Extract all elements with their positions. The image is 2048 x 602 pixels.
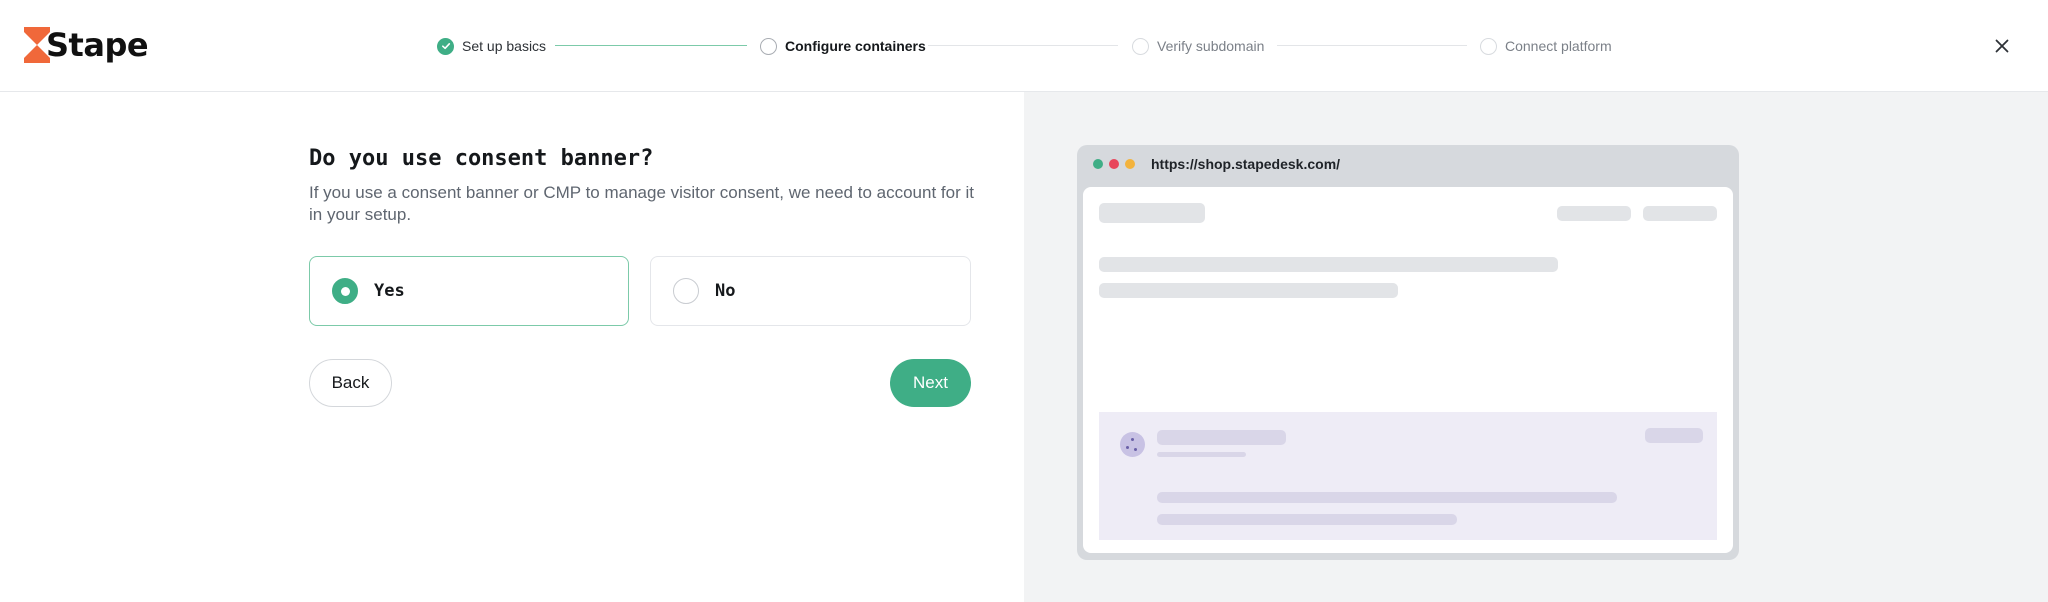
page-preview xyxy=(1083,187,1733,553)
step-set-up-basics[interactable]: Set up basics xyxy=(437,36,546,56)
placeholder-nav xyxy=(1557,206,1631,221)
cookie-icon xyxy=(1120,432,1145,457)
browser-address-bar: https://shop.stapedesk.com/ xyxy=(1077,145,1739,183)
placeholder-button xyxy=(1645,428,1703,443)
back-button[interactable]: Back xyxy=(309,359,392,407)
step-connector xyxy=(1277,45,1467,46)
placeholder-text xyxy=(1099,283,1398,298)
option-label: No xyxy=(715,281,736,301)
option-yes[interactable]: Yes xyxy=(309,256,629,326)
close-button[interactable] xyxy=(1990,34,2014,58)
placeholder-text xyxy=(1157,452,1246,457)
window-dot-icon xyxy=(1109,159,1119,169)
preview-url: https://shop.stapedesk.com/ xyxy=(1151,156,1341,172)
step-label: Verify subdomain xyxy=(1157,38,1265,54)
close-icon xyxy=(1995,39,2009,53)
question-title: Do you use consent banner? xyxy=(309,146,654,171)
step-label: Set up basics xyxy=(462,38,547,54)
step-verify-subdomain[interactable]: Verify subdomain xyxy=(1132,36,1264,56)
question-description: If you use a consent banner or CMP to ma… xyxy=(309,183,974,224)
window-dot-icon xyxy=(1093,159,1103,169)
question-pane: Do you use consent banner? If you use a … xyxy=(0,92,1024,602)
check-icon xyxy=(437,37,454,55)
top-bar: Stape Set up basics Configure containers… xyxy=(0,0,2048,92)
placeholder-logo xyxy=(1099,203,1205,223)
next-button[interactable]: Next xyxy=(890,359,971,407)
progress-stepper: Set up basics Configure containers Verif… xyxy=(0,36,2048,56)
placeholder-text xyxy=(1157,430,1286,445)
step-circle-icon xyxy=(1132,37,1149,55)
step-circle-icon xyxy=(1480,37,1497,55)
step-label: Configure containers xyxy=(785,38,926,54)
step-circle-icon xyxy=(760,37,777,55)
step-connector xyxy=(555,45,747,46)
step-configure-containers[interactable]: Configure containers xyxy=(760,36,926,56)
placeholder-text xyxy=(1099,257,1558,272)
placeholder-text xyxy=(1157,514,1457,525)
step-connect-platform[interactable]: Connect platform xyxy=(1480,36,1612,56)
preview-pane: https://shop.stapedesk.com/ xyxy=(1024,92,2048,602)
step-label: Connect platform xyxy=(1505,38,1612,54)
radio-checked-icon[interactable] xyxy=(332,278,358,304)
placeholder-nav xyxy=(1643,206,1717,221)
option-label: Yes xyxy=(374,281,405,301)
consent-banner-preview xyxy=(1099,412,1717,540)
option-no[interactable]: No xyxy=(650,256,971,326)
placeholder-text xyxy=(1157,492,1617,503)
browser-mockup: https://shop.stapedesk.com/ xyxy=(1077,145,1739,560)
window-dot-icon xyxy=(1125,159,1135,169)
radio-unchecked-icon[interactable] xyxy=(673,278,699,304)
step-connector xyxy=(928,45,1118,46)
